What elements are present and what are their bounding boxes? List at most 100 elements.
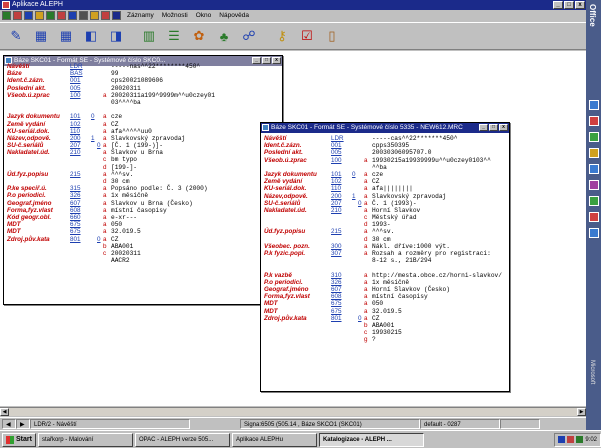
record-field-row[interactable]: Zdroj.pův.kata 801 0 a CZ: [7, 236, 279, 243]
field-value[interactable]: 20030306095707.0: [372, 149, 431, 156]
field-subfield[interactable]: a: [364, 308, 368, 315]
field-tag[interactable]: 675: [70, 228, 81, 235]
field-tag[interactable]: 101: [331, 171, 342, 178]
form-icon[interactable]: ▥: [139, 26, 159, 46]
record-field-row[interactable]: d 30 cm: [264, 236, 506, 243]
record-field-row[interactable]: 03^^^^ba: [7, 99, 279, 106]
field-value[interactable]: -----cas^^22*******450^: [372, 135, 457, 142]
key-icon[interactable]: ⚷: [272, 26, 292, 46]
field-tag[interactable]: 100: [331, 157, 342, 164]
record-field-row[interactable]: P.k vazbě 310 a http://mesta.obce.cz/horni-…: [264, 272, 506, 279]
field-value[interactable]: 1993-: [372, 221, 391, 228]
field-tag[interactable]: 326: [331, 279, 342, 286]
record-field-row[interactable]: MDT 675 a 32.019.5: [7, 228, 279, 235]
field-tag[interactable]: 102: [331, 178, 342, 185]
field-value[interactable]: e-xr---: [111, 214, 137, 221]
record-field-row[interactable]: SU-č.seriálů 207 0 a [Č. 1 (199-)]-: [7, 142, 279, 149]
record-field-row[interactable]: d 30 cm: [7, 178, 279, 185]
field-subfield[interactable]: a: [103, 228, 107, 235]
field-subfield[interactable]: a: [364, 250, 368, 257]
menu-okno[interactable]: Okno: [192, 10, 216, 21]
field-value[interactable]: http://mesta.obce.cz/horni-slavkov/: [372, 272, 502, 279]
field-value[interactable]: Nákl. dříve:1000 výt.: [372, 243, 450, 250]
office-app-icon[interactable]: [589, 228, 599, 238]
field-value[interactable]: 050: [372, 300, 383, 307]
field-subfield[interactable]: a: [364, 200, 368, 207]
record-field-row[interactable]: SU-č.seriálů 207 0 a Č. 1 (1993)-: [264, 200, 506, 207]
record-field-row[interactable]: Všeobec. pozn. 300 a Nákl. dříve:1000 výt.: [264, 243, 506, 250]
record-field-row[interactable]: g?: [264, 336, 506, 343]
field-value[interactable]: Popsáno podle: Č. 3 (2000): [111, 185, 208, 192]
field-tag[interactable]: LDR: [70, 63, 83, 70]
record-field-row[interactable]: MDT 675 a 050: [264, 300, 506, 307]
office-app-icon[interactable]: [589, 164, 599, 174]
small-toolbar-icon[interactable]: [112, 11, 121, 20]
task-button[interactable]: stařkorp - Malování: [37, 432, 133, 447]
field-subfield[interactable]: a: [364, 315, 368, 322]
field-subfield[interactable]: a: [103, 128, 107, 135]
field-value[interactable]: 20020311: [111, 250, 141, 257]
field-tag[interactable]: 675: [331, 300, 342, 307]
field-value[interactable]: ^^^sv.: [111, 171, 133, 178]
field-value[interactable]: afa||||||||: [372, 185, 413, 192]
minimize-button[interactable]: _: [553, 1, 563, 9]
status-nav-left-icon[interactable]: ◀: [2, 418, 16, 429]
field-subfield[interactable]: a: [103, 142, 107, 149]
office-app-icon[interactable]: [589, 116, 599, 126]
record-field-row[interactable]: Název,odpově. 200 1 a Slavkovský zpravodaj: [7, 135, 279, 142]
field-tag[interactable]: 207: [70, 142, 81, 149]
field-value[interactable]: Č. 1 (1993)-: [372, 200, 417, 207]
record-field-row[interactable]: c 20020311: [7, 250, 279, 257]
record-field-row[interactable]: Geograf.jméno 607 a Horní Slavkov (Česko): [264, 286, 506, 293]
field-value[interactable]: cze: [372, 171, 383, 178]
small-toolbar-icon[interactable]: [68, 11, 77, 20]
field-subfield[interactable]: a: [364, 293, 368, 300]
field-tag[interactable]: BAS: [70, 70, 83, 77]
field-tag[interactable]: 200: [331, 193, 342, 200]
app-titlebar[interactable]: Aplikace ALEPH _ □ x: [0, 0, 586, 10]
field-value[interactable]: CZ: [372, 315, 379, 322]
field-subfield[interactable]: a: [103, 92, 107, 99]
field-tag[interactable]: 307: [331, 250, 342, 257]
field-tag[interactable]: 102: [70, 121, 81, 128]
field-subfield[interactable]: a: [364, 228, 368, 235]
record-window-2[interactable]: Báze SKC01 - Formát SE - Systémové číslo…: [260, 122, 510, 392]
menu-napoveda[interactable]: Nápověda: [215, 10, 253, 21]
field-value[interactable]: místní časopisy: [372, 293, 428, 300]
record-field-row[interactable]: Návěští LDR -----cas^^22*******450^: [264, 135, 506, 142]
close-button[interactable]: x: [575, 1, 585, 9]
new-record-icon[interactable]: ◨: [106, 26, 126, 46]
field-indicator-1[interactable]: 0: [91, 113, 95, 120]
field-subfield[interactable]: a: [364, 157, 368, 164]
field-tag[interactable]: 801: [331, 315, 342, 322]
field-subfield[interactable]: d: [103, 164, 107, 171]
field-tag[interactable]: 607: [70, 200, 81, 207]
small-toolbar-icon[interactable]: [35, 11, 44, 20]
small-toolbar-icon[interactable]: [57, 11, 66, 20]
small-toolbar-icon[interactable]: [90, 11, 99, 20]
field-subfield[interactable]: a: [103, 214, 107, 221]
field-subfield[interactable]: a: [364, 300, 368, 307]
field-value[interactable]: 32.019.5: [111, 228, 141, 235]
scroll-left-arrow-icon[interactable]: ◀: [0, 408, 9, 416]
field-subfield[interactable]: a: [364, 193, 368, 200]
field-subfield[interactable]: a: [103, 121, 107, 128]
record-field-row[interactable]: Země vydání 102 a CZ: [7, 121, 279, 128]
record-field-row[interactable]: c Městský úřad: [264, 214, 506, 221]
menu-moznosti[interactable]: Možnosti: [158, 10, 192, 21]
small-toolbar-icon[interactable]: [24, 11, 33, 20]
record-field-row[interactable]: Úd.fyz.popisu 215 a ^^^sv.: [7, 171, 279, 178]
maximize-button[interactable]: □: [564, 1, 574, 9]
field-indicator-1[interactable]: 1: [91, 135, 95, 142]
small-toolbar-icon[interactable]: [101, 11, 110, 20]
field-tag[interactable]: 801: [70, 236, 81, 243]
field-value[interactable]: 20020311a199^9999m^^u0czey01: [111, 92, 215, 99]
field-tag[interactable]: 100: [70, 92, 81, 99]
field-subfield[interactable]: a: [364, 286, 368, 293]
field-indicator-2[interactable]: 0: [97, 142, 101, 149]
tree-icon[interactable]: ♣: [214, 26, 234, 46]
record-field-row[interactable]: Forma,fyz.vlast 608 a místní časopisy: [7, 207, 279, 214]
maximize-button[interactable]: □: [489, 124, 498, 131]
field-subfield[interactable]: d: [103, 178, 107, 185]
record-window-2-titlebar[interactable]: Báze SKC01 - Formát SE - Systémové číslo…: [261, 123, 509, 133]
